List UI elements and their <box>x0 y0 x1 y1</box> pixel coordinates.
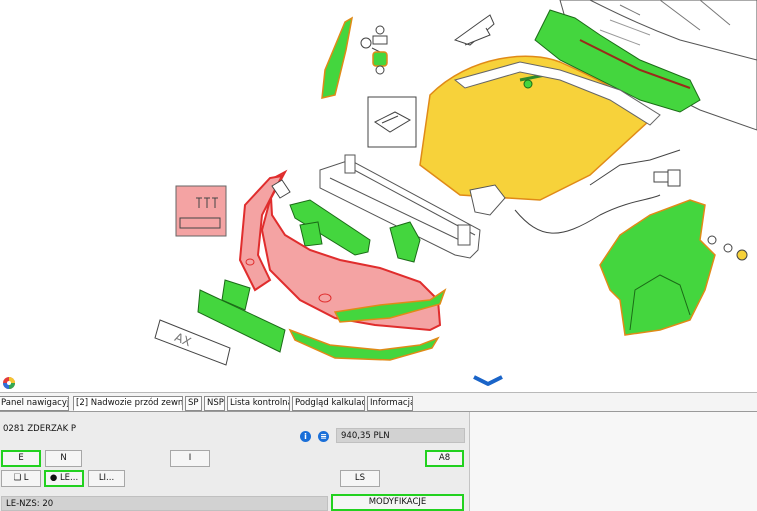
tab-bar: Panel nawigacyjny [2] Nadwozie przód zew… <box>0 392 757 412</box>
n-button[interactable]: N <box>45 450 82 467</box>
parts-diagram: AX <box>154 0 757 366</box>
tab-sp[interactable]: SP <box>185 396 202 411</box>
nzs-field: LE-NZS: 20 <box>1 496 328 511</box>
le-button[interactable]: ● LE... <box>44 470 84 487</box>
info-icon[interactable]: i <box>300 431 311 442</box>
part-detail-panel: 0281 ZDERZAK P i ≡ 940,35 PLN E N I A8 ❏… <box>0 412 470 511</box>
hood-lock-icon-box[interactable] <box>367 96 417 148</box>
app-logo-icon <box>3 377 15 389</box>
ls-button[interactable]: LS <box>340 470 380 487</box>
tab-nsp[interactable]: NSP <box>204 396 225 411</box>
price-field: 940,35 PLN <box>336 428 465 443</box>
part-title: 0281 ZDERZAK P <box>3 424 77 434</box>
tab-panel-nawigacyjny[interactable]: Panel nawigacyjny <box>0 396 69 411</box>
release-handle[interactable] <box>653 169 681 187</box>
empty-right-area <box>470 412 757 511</box>
l-button[interactable]: ❏ L <box>1 470 41 487</box>
tab-nadwozie-przod[interactable]: [2] Nadwozie przód zewn. <box>73 396 183 411</box>
front-fender[interactable] <box>599 199 748 336</box>
headlight-trim[interactable] <box>321 16 354 99</box>
bolt-kit-icon-box[interactable] <box>175 185 227 237</box>
i-button[interactable]: I <box>170 450 210 467</box>
modyfikacje-button[interactable]: MODYFIKACJE <box>331 494 464 511</box>
washer-nozzle[interactable] <box>372 51 388 75</box>
license-plate[interactable]: AX <box>154 319 231 366</box>
fastener-parts[interactable] <box>360 25 388 53</box>
chevron-down-icon[interactable] <box>470 374 506 388</box>
e-button[interactable]: E <box>1 450 41 467</box>
tab-podglad-kalkulacji[interactable]: Podgląd kalkulacji <box>292 396 365 411</box>
hood-hinges[interactable] <box>453 14 495 46</box>
tab-informacja[interactable]: Informacja <box>367 396 413 411</box>
li-button[interactable]: LI... <box>88 470 125 487</box>
list-info-icon[interactable]: ≡ <box>318 431 329 442</box>
a8-button[interactable]: A8 <box>425 450 464 467</box>
tab-lista-kontrolna[interactable]: Lista kontrolna <box>227 396 290 411</box>
bumper-lower-strip[interactable] <box>288 328 440 361</box>
